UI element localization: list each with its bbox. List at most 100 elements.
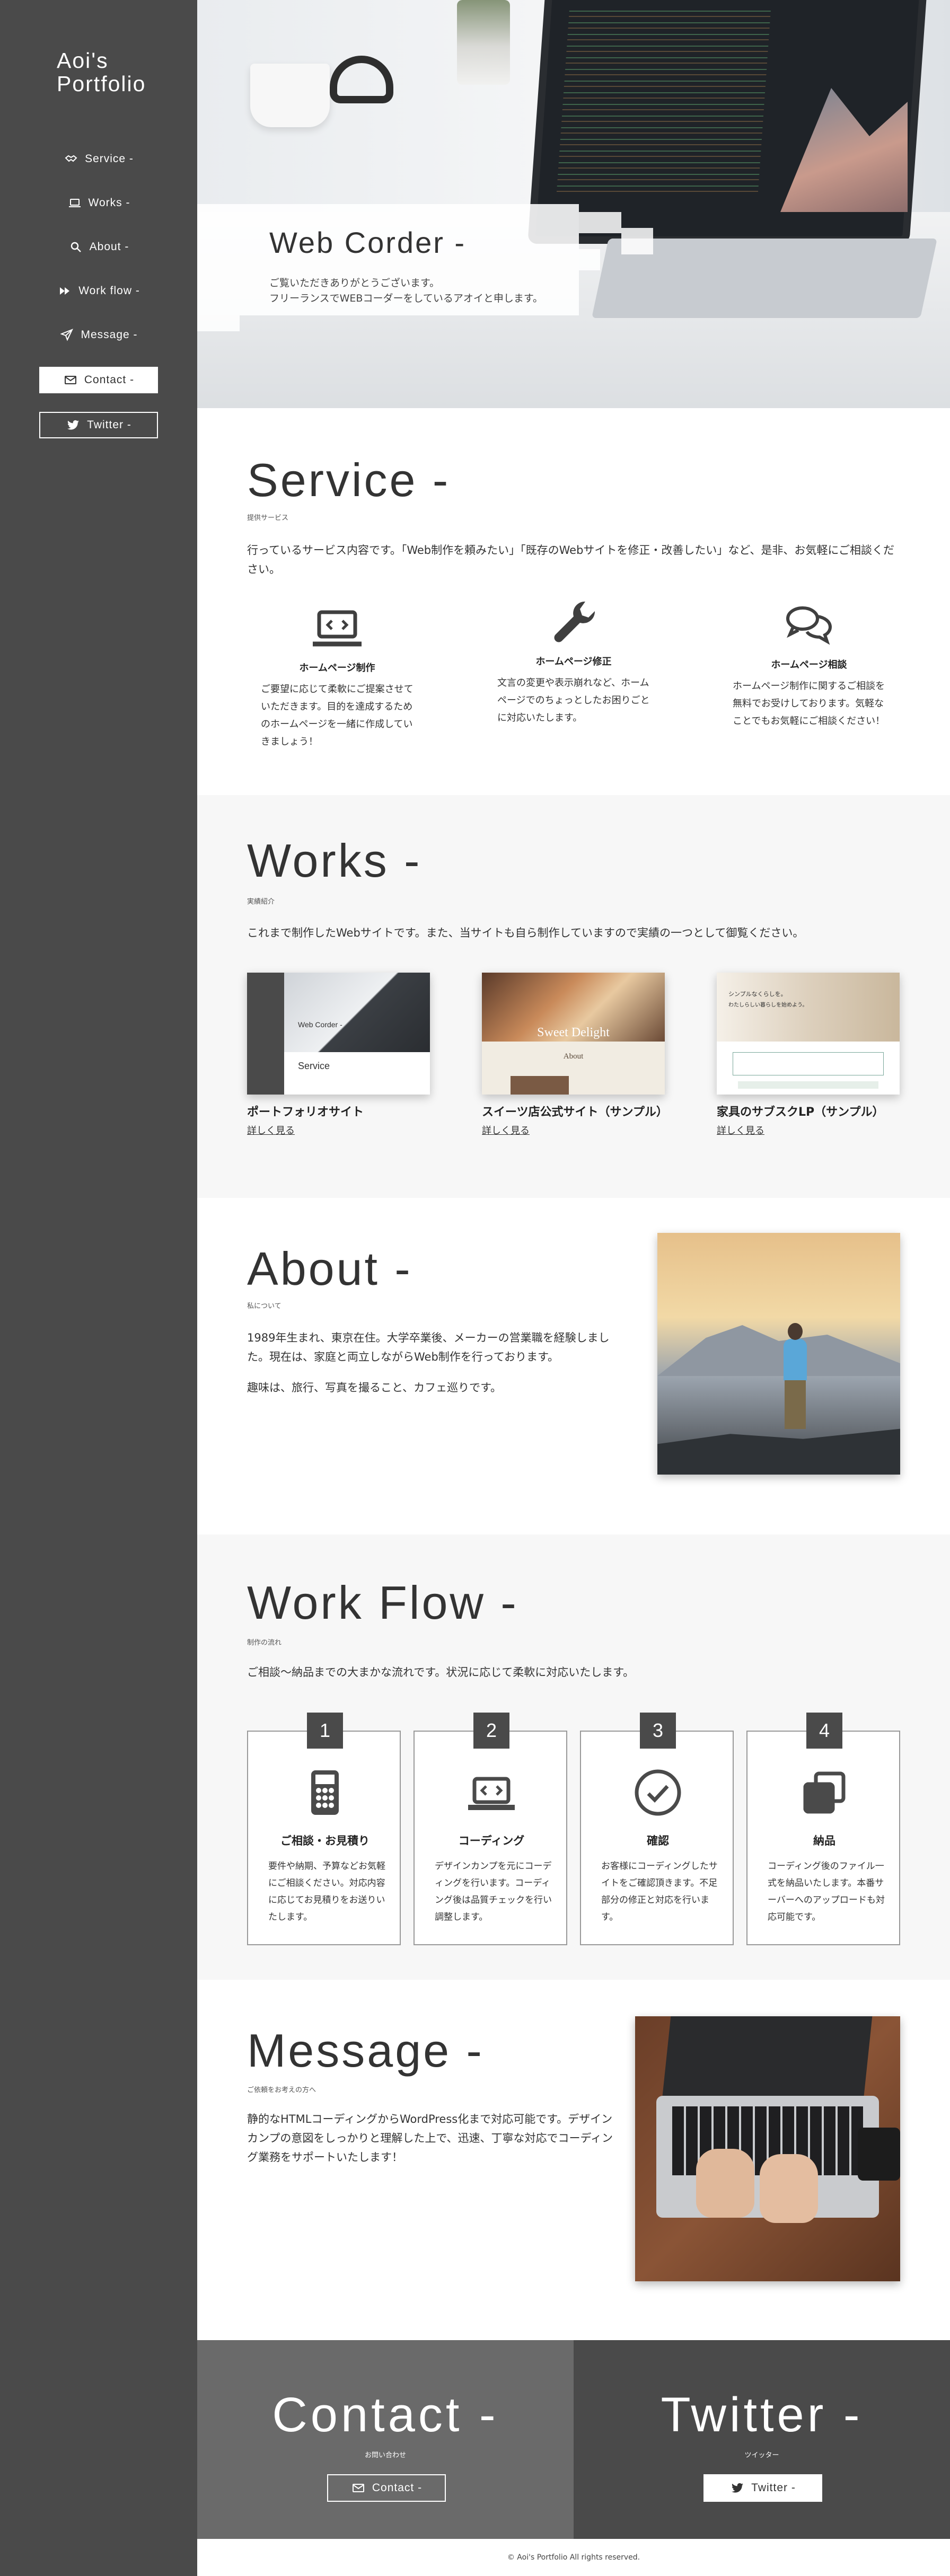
work-card[interactable]: Sweet Delight About スイーツ店公式サイト（サンプル） 詳しく… <box>482 973 668 1137</box>
hero-line: フリーランスでWEBコーダーをしているアオイと申します。 <box>269 293 543 304</box>
work-title: 家具のサブスクLP（サンプル） <box>717 1106 884 1119</box>
service-desc: ホームページ制作に関するご相談を無料でお受けしております。気軽なことでもお気軽に… <box>733 681 885 727</box>
about-paragraph: 1989年生まれ、東京在住。大学卒業後、メーカーの営業職を経験しました。現在は、… <box>247 1331 610 1363</box>
work-thumbnail[interactable]: Sweet Delight About <box>482 973 665 1095</box>
service-card: ホームページ相談 ホームページ制作に関するご相談を無料でお受けしております。気軽… <box>719 601 899 730</box>
workflow-step: 3 確認 お客様にコーディングしたサイトをご確認頂きます。不足部分の修正と対応を… <box>580 1713 734 1945</box>
nav-item-about[interactable]: About - <box>0 236 197 258</box>
nav-item-message[interactable]: Message - <box>0 324 197 346</box>
work-more-link[interactable]: 詳しく見る <box>482 1123 530 1137</box>
thumb-hero <box>284 973 430 1052</box>
workflow-step: 2 コーディング デザインカンプを元にコーディングを行います。コーディング後は品… <box>414 1713 568 1945</box>
nav-item-service[interactable]: Service - <box>0 148 197 170</box>
site-logo[interactable]: Aoi's Portfolio <box>57 49 173 95</box>
section-subtitle: 提供サービス <box>247 514 289 522</box>
step-name: 確認 <box>647 1834 669 1847</box>
section-lead: これまで制作したWebサイトです。また、当サイトも自ら制作していますので実績の一… <box>247 927 804 939</box>
service-name: ホームページ修正 <box>535 656 612 667</box>
contact-cta: Contact - お問い合わせ Contact - <box>197 2340 574 2539</box>
section-title: Work Flow - <box>247 1576 518 1629</box>
nav-item-label: Service - <box>85 153 134 165</box>
thumb-banner <box>733 1052 884 1075</box>
hero-code <box>556 5 771 196</box>
work-card[interactable]: シンプルなくらしを。 わたしらしい暮らしを始めよう。 家具のサブスクLP（サンプ… <box>717 973 900 1137</box>
service-desc: ご要望に応じて柔軟にご提案させていただきます。目的を達成するためのホームページを… <box>261 684 414 747</box>
nav-item-label: Work flow - <box>78 285 140 297</box>
about-section: About - 私について 1989年生まれ、東京在住。大学卒業後、メーカーの営… <box>197 1198 950 1534</box>
laptop-code-icon <box>415 1763 568 1822</box>
section-subtitle: 私について <box>247 1302 282 1310</box>
hero-pixel-block <box>579 212 621 233</box>
message-section: Message - ご依頼をお考えの方へ 静的なHTMLコーディングからWord… <box>197 1980 950 2340</box>
nav-item-label: Works - <box>88 197 130 209</box>
footer: © Aoi's Portfolio All rights reserved. <box>197 2539 950 2576</box>
laptop-icon <box>67 197 82 209</box>
message-photo <box>635 2016 900 2281</box>
sidebar-contact-button[interactable]: Contact - <box>39 367 158 393</box>
contact-cta-subtitle: お問い合わせ <box>364 2451 406 2459</box>
page: Aoi's Portfolio Service - Works - About … <box>0 0 950 2576</box>
hero-pixel-block <box>621 228 653 254</box>
step-name: 納品 <box>813 1834 835 1847</box>
service-card: ホームページ修正 文言の変更や表示崩れなど、ホームページでのちょっとしたお困りご… <box>483 598 664 727</box>
about-photo <box>657 1233 900 1475</box>
sidebar-twitter-button[interactable]: Twitter - <box>39 412 158 438</box>
photo-mountain <box>657 1325 900 1376</box>
work-title: スイーツ店公式サイト（サンプル） <box>482 1106 668 1119</box>
nav-item-workflow[interactable]: Work flow - <box>0 280 197 302</box>
photo-phone <box>858 2128 900 2181</box>
service-name: ホームページ相談 <box>771 659 847 671</box>
service-name: ホームページ制作 <box>299 663 375 674</box>
calculator-icon <box>248 1763 402 1822</box>
thumb-caption: シンプルなくらしを。 <box>728 991 787 998</box>
envelope-icon <box>63 374 78 386</box>
work-thumbnail[interactable]: Web Corder - Service <box>247 973 430 1095</box>
step-desc: デザインカンプを元にコーディングを行います。コーディング後は品質チェックを行い調… <box>435 1861 552 1922</box>
step-number: 1 <box>307 1713 343 1749</box>
contact-cta-title: Contact - <box>272 2388 499 2442</box>
hero-cup <box>250 64 330 127</box>
paper-plane-icon <box>59 329 74 341</box>
nav-item-works[interactable]: Works - <box>0 192 197 214</box>
work-thumbnail[interactable]: シンプルなくらしを。 わたしらしい暮らしを始めよう。 <box>717 973 900 1095</box>
section-title: Service - <box>247 454 451 506</box>
section-subtitle: 制作の流れ <box>247 1639 282 1647</box>
twitter-button-label: Twitter - <box>751 2482 796 2494</box>
work-more-link[interactable]: 詳しく見る <box>247 1123 295 1137</box>
twitter-button[interactable]: Twitter - <box>703 2474 822 2502</box>
photo-rock <box>657 1428 900 1475</box>
step-desc: 要件や納期、予算などお気軽にご相談ください。対応内容に応じてお見積りをお送りいた… <box>268 1861 385 1922</box>
sidebar: Aoi's Portfolio Service - Works - About … <box>0 0 197 2576</box>
thumb-image <box>511 1076 569 1095</box>
work-card[interactable]: Web Corder - Service ポートフォリオサイト 詳しく見る <box>247 973 430 1137</box>
handshake-icon <box>64 153 78 165</box>
step-name: ご相談・お見積り <box>280 1834 370 1847</box>
hero-title: Web Corder - <box>269 226 467 259</box>
hero-pixel-block <box>579 249 600 270</box>
hero-intro: ご覧いただきありがとうございます。 フリーランスでWEBコーダーをしているアオイ… <box>269 276 543 306</box>
comments-icon <box>719 601 899 650</box>
service-card: ホームページ制作 ご要望に応じて柔軟にご提案させていただきます。目的を達成するた… <box>247 604 427 751</box>
sidebar-contact-label: Contact - <box>84 374 135 386</box>
photo-person-shirt <box>784 1339 807 1381</box>
twitter-icon <box>66 419 81 431</box>
contact-button[interactable]: Contact - <box>327 2474 446 2502</box>
step-number: 3 <box>640 1713 676 1749</box>
envelope-icon <box>351 2482 366 2494</box>
step-number: 4 <box>806 1713 842 1749</box>
photo-person-legs <box>785 1380 806 1429</box>
work-more-link[interactable]: 詳しく見る <box>717 1123 764 1137</box>
contact-button-label: Contact - <box>372 2482 423 2494</box>
nav-item-label: About - <box>89 241 129 253</box>
wrench-icon <box>483 598 664 647</box>
workflow-step: 1 ご相談・お見積り 要件や納期、予算などお気軽にご相談ください。対応内容に応じ… <box>247 1713 402 1945</box>
message-text: 静的なHTMLコーディングからWordPress化まで対応可能です。デザインカン… <box>247 2113 613 2164</box>
twitter-icon <box>730 2482 745 2494</box>
thumb-caption: Service <box>298 1061 330 1071</box>
thumb-caption: About <box>563 1052 584 1061</box>
copyright: © Aoi's Portfolio All rights reserved. <box>507 2553 640 2562</box>
nav-item-label: Message - <box>81 329 138 341</box>
workflow-step: 4 納品 コーディング後のファイル一式を納品いたします。本番サーバーへのアップロ… <box>746 1713 900 1945</box>
search-icon <box>68 241 83 253</box>
section-subtitle: ご依頼をお考えの方へ <box>247 2086 316 2094</box>
